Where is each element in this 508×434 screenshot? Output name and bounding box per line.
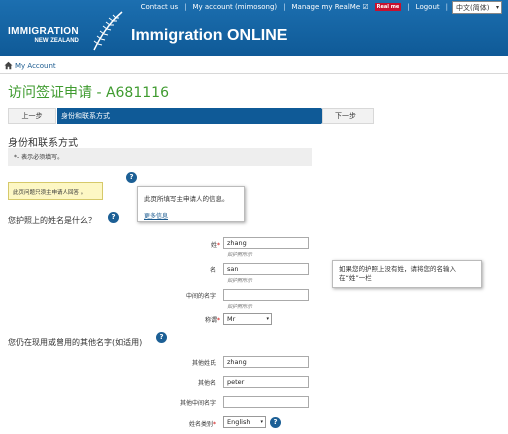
required-note: *- 表示必须填写。 (8, 148, 312, 166)
surname-input[interactable]: zhang (223, 237, 309, 249)
other-surname-label: 其他姓氏 (191, 360, 216, 367)
manage-realme-link[interactable]: Manage my RealMe ☑ (291, 3, 368, 11)
chevron-down-icon: ▾ (495, 4, 499, 11)
help-icon[interactable]: ? (108, 212, 119, 223)
help-tooltip: 此页所填写主申请人的信息。 更多信息 (137, 186, 245, 222)
name-type-select[interactable]: English ▾ (223, 416, 266, 428)
middle-name-input[interactable] (223, 289, 309, 301)
principal-applicant-note: 此页问题只须主申请人回答 。 (8, 182, 103, 200)
my-account-crumb[interactable]: My Account (15, 62, 56, 70)
other-surname-input[interactable]: zhang (223, 356, 309, 368)
fern-logo-icon (93, 11, 123, 51)
other-names-question: 您仍在现用或曾用的其他名字(如适用) (8, 338, 143, 347)
previous-step-button[interactable]: 上一步 (8, 108, 56, 124)
middle-name-hint: 如护照所示 (227, 304, 253, 310)
step-navigation: 上一步 身份和联系方式 下一步 (8, 108, 508, 124)
surname-label: 姓* (210, 242, 220, 249)
section-title: 身份和联系方式 (8, 138, 78, 149)
logout-link[interactable]: Logout (416, 3, 440, 11)
help-icon[interactable]: ? (156, 332, 167, 343)
next-step-button[interactable]: 下一步 (322, 108, 374, 124)
help-icon[interactable]: ? (126, 172, 137, 183)
top-links: Contact us | My account (mimosong) | Man… (140, 3, 448, 11)
more-info-link[interactable]: 更多信息 (144, 211, 238, 220)
immigration-nz-logo: IMMIGRATION NEW ZEALAND (8, 26, 79, 44)
chevron-down-icon: ▾ (266, 316, 269, 322)
other-given-label: 其他名 (197, 380, 216, 387)
realme-logo: Real me (374, 3, 402, 11)
page-title: 访问签证申请 - A681116 (8, 85, 169, 101)
middle-name-label: 中间的名字 (185, 293, 216, 300)
title-label: 称谓* (204, 317, 220, 324)
name-type-label: 姓名类别* (188, 421, 216, 428)
app-title: Immigration ONLINE (131, 27, 288, 44)
given-name-label: 名 (209, 267, 216, 274)
given-name-input[interactable]: san (223, 263, 309, 275)
title-select[interactable]: Mr ▾ (223, 313, 272, 325)
contact-us-link[interactable]: Contact us (141, 3, 179, 11)
help-icon[interactable]: ? (270, 417, 281, 428)
other-middle-input[interactable] (223, 396, 309, 408)
language-select[interactable]: 中文(简体) ▾ (452, 1, 502, 14)
header-bar: Contact us | My account (mimosong) | Man… (0, 0, 508, 56)
chevron-down-icon: ▾ (260, 419, 263, 425)
current-step: 身份和联系方式 (57, 108, 329, 124)
other-given-input[interactable]: peter (223, 376, 309, 388)
breadcrumb: My Account (0, 58, 508, 74)
other-middle-label: 其他中间名字 (179, 400, 216, 407)
given-name-hint: 如护照所示 (227, 278, 253, 284)
surname-hint: 如护照所示 (227, 252, 253, 258)
my-account-link[interactable]: My account (mimosong) (192, 3, 277, 11)
passport-name-question: 您护照上的姓名是什么？ (8, 216, 96, 225)
home-icon[interactable] (4, 61, 13, 70)
surname-help-tooltip: 如果您的护照上没有姓，请将您的名输入在“姓”一栏 (332, 260, 482, 288)
